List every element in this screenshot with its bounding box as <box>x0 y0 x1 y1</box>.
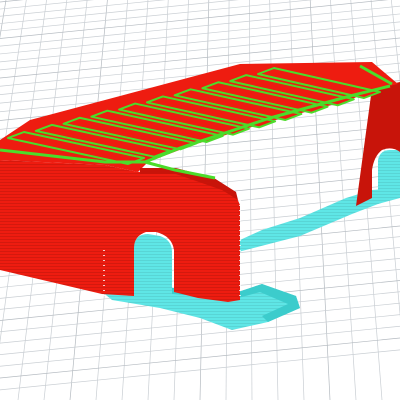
slicer-preview-viewport[interactable] <box>0 0 400 400</box>
grid-line <box>269 0 279 400</box>
support-right-skirt <box>238 188 400 252</box>
layer-preview-scene[interactable] <box>0 0 400 400</box>
grid-line <box>309 0 331 400</box>
grid-line <box>249 0 253 400</box>
grid-line <box>0 314 400 355</box>
grid-line <box>0 5 400 47</box>
grid-line <box>0 0 24 3</box>
grid-line <box>0 21 400 63</box>
grid-line <box>0 349 400 391</box>
printed-part <box>0 62 400 302</box>
grid-line <box>0 0 166 17</box>
grid-line <box>0 325 400 367</box>
grid-line <box>289 0 305 400</box>
grid-line <box>0 0 389 39</box>
support-left-arch-fill <box>134 234 172 298</box>
support-right-arch-fill <box>378 150 400 204</box>
grid-line <box>0 337 400 379</box>
grid-line <box>0 13 400 55</box>
